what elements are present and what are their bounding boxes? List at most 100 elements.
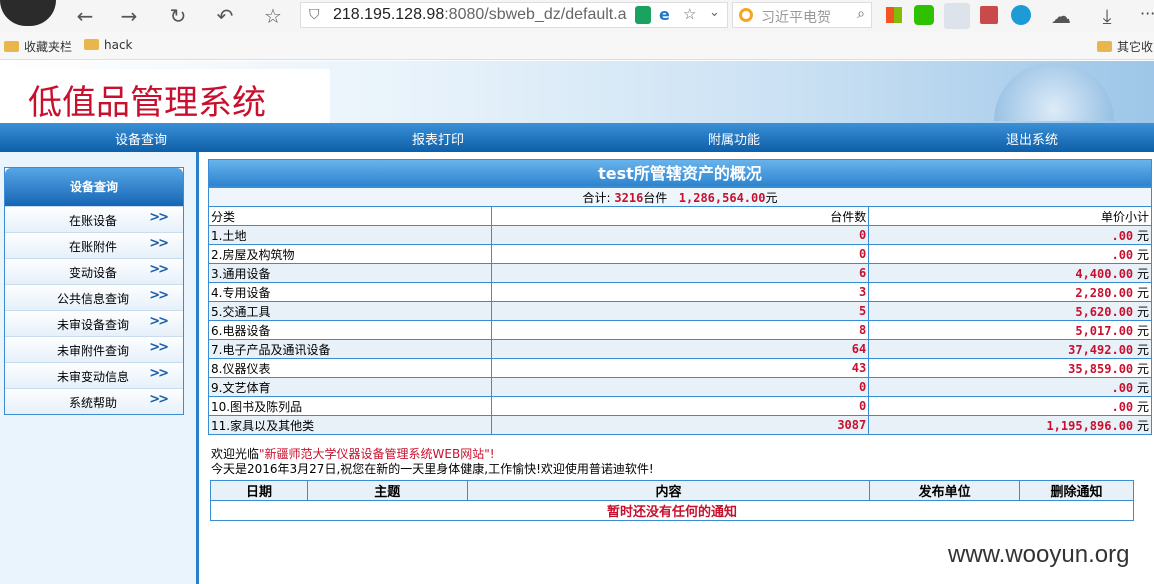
- category-cell: 7.电子产品及通讯设备: [208, 339, 492, 359]
- sidebar-menu: 设备查询 在账设备 >> 在账附件 >> 变动设备 >> 公共信息查询 >> 未审设备查…: [4, 167, 184, 415]
- nav-extra-functions[interactable]: 附属功能: [708, 129, 760, 148]
- main-nav: 设备查询 报表打印 附属功能 退出系统: [0, 123, 1154, 152]
- cloud-icon[interactable]: ☁: [1048, 3, 1074, 29]
- search-icon[interactable]: ⌕: [857, 6, 865, 22]
- bookmark-hack[interactable]: hack: [84, 38, 133, 52]
- favorite-star-icon[interactable]: ☆: [260, 3, 286, 29]
- sidebar-item-changed-equipment[interactable]: 变动设备 >>: [5, 258, 183, 284]
- double-chevron-icon: >>: [149, 288, 169, 303]
- address-bar[interactable]: ⛉ 218.195.128.98:8080/sbweb_dz/default.a…: [300, 2, 728, 28]
- site-name: "新疆师范大学仪器设备管理系统WEB网站"!: [259, 447, 495, 461]
- category-cell: 4.专用设备: [208, 282, 492, 302]
- nav-logout[interactable]: 退出系统: [1006, 129, 1058, 148]
- column-header: 删除通知: [1019, 480, 1134, 501]
- sidebar-item-in-account-accessories[interactable]: 在账附件 >>: [5, 232, 183, 258]
- back-icon[interactable]: ←: [72, 3, 98, 29]
- logo-area: 低值品管理系统: [10, 69, 330, 123]
- more-menu-icon[interactable]: ···: [1140, 4, 1154, 23]
- asset-table: 合计: 3216台件 1,286,564.00元 分类 台件数 单价小计 1.土…: [208, 187, 1152, 435]
- ie-mode-icon[interactable]: e: [659, 5, 670, 24]
- refresh-icon[interactable]: ↻: [165, 3, 191, 29]
- count-cell: 3: [490, 282, 870, 302]
- bookmark-other[interactable]: 其它收: [1097, 38, 1153, 55]
- sidebar-item-unreviewed-changes[interactable]: 未审变动信息 >>: [5, 362, 183, 388]
- star-icon[interactable]: ☆: [683, 5, 696, 23]
- wechat-icon[interactable]: [914, 5, 934, 25]
- sidebar-item-public-info[interactable]: 公共信息查询 >>: [5, 284, 183, 310]
- summary-title: test所管辖资产的概况: [208, 159, 1152, 187]
- table-header: 分类 台件数 单价小计: [208, 206, 1152, 226]
- download-manager-icon[interactable]: [980, 6, 998, 24]
- apps-icon[interactable]: [886, 7, 902, 23]
- table-row: 7.电子产品及通讯设备 64 37,492.00 元: [208, 339, 1152, 359]
- avatar[interactable]: [0, 0, 56, 26]
- banner-decoration: [994, 63, 1114, 121]
- browser-toolbar: ← → ↻ ↶ ☆ ⛉ 218.195.128.98:8080/sbweb_dz…: [0, 0, 1154, 32]
- watermark: www.wooyun.org: [948, 541, 1130, 568]
- column-header: 台件数: [490, 206, 870, 226]
- count-cell: 3087: [490, 415, 870, 435]
- category-cell: 9.文艺体育: [208, 377, 492, 397]
- sidebar-divider: [196, 152, 199, 584]
- column-header: 分类: [208, 206, 492, 226]
- chevron-down-icon[interactable]: ⌄: [709, 5, 720, 20]
- download-icon[interactable]: ⤓: [1094, 3, 1120, 29]
- nav-report-print[interactable]: 报表打印: [412, 129, 464, 148]
- double-chevron-icon: >>: [149, 366, 169, 381]
- category-cell: 3.通用设备: [208, 263, 492, 283]
- undo-icon[interactable]: ↶: [212, 3, 238, 29]
- subtotal-cell: 5,620.00 元: [868, 301, 1152, 321]
- sidebar-item-help[interactable]: 系统帮助 >>: [5, 388, 183, 414]
- sidebar-item-unreviewed-equipment[interactable]: 未审设备查询 >>: [5, 310, 183, 336]
- table-row: 8.仪器仪表 43 35,859.00 元: [208, 358, 1152, 378]
- table-row: 6.电器设备 8 5,017.00 元: [208, 320, 1152, 340]
- table-row: 2.房屋及构筑物 0.00 元: [208, 244, 1152, 264]
- welcome-message: 欢迎光临"新疆师范大学仪器设备管理系统WEB网站"! 今天是2016年3月27日…: [211, 447, 654, 476]
- subtotal-cell: 5,017.00 元: [868, 320, 1152, 340]
- search-box[interactable]: 习近平电贺 ⌕: [732, 2, 872, 28]
- search-engine-icon: [739, 8, 753, 22]
- search-input[interactable]: 习近平电贺: [761, 7, 831, 27]
- asset-summary: test所管辖资产的概况 合计: 3216台件 1,286,564.00元 分类…: [208, 159, 1152, 435]
- sidebar-item-unreviewed-accessories[interactable]: 未审附件查询 >>: [5, 336, 183, 362]
- subtotal-cell: .00 元: [868, 377, 1152, 397]
- table-row: 9.文艺体育 0.00 元: [208, 377, 1152, 397]
- subtotal-cell: 35,859.00 元: [868, 358, 1152, 378]
- forward-icon[interactable]: →: [116, 3, 142, 29]
- table-row: 5.交通工具 5 5,620.00 元: [208, 301, 1152, 321]
- double-chevron-icon: >>: [149, 210, 169, 225]
- page-banner: 低值品管理系统: [0, 61, 1154, 123]
- subtotal-cell: .00 元: [868, 396, 1152, 416]
- sidebar-heading[interactable]: 设备查询: [5, 168, 183, 206]
- column-header: 内容: [466, 480, 871, 501]
- subtotal-cell: 2,280.00 元: [868, 282, 1152, 302]
- double-chevron-icon: >>: [149, 262, 169, 277]
- shield-icon: ⛉: [309, 7, 320, 23]
- total-amount: 1,286,564.00: [678, 190, 766, 205]
- security-badge-icon[interactable]: [635, 6, 651, 24]
- count-cell: 0: [490, 377, 870, 397]
- category-cell: 11.家具以及其他类: [208, 415, 492, 435]
- url-text: 218.195.128.98:8080/sbweb_dz/default.a: [333, 6, 627, 23]
- screenshot-tool-icon[interactable]: [944, 3, 970, 29]
- category-cell: 8.仪器仪表: [208, 358, 492, 378]
- count-cell: 0: [490, 225, 870, 245]
- extension-icon[interactable]: [1011, 5, 1031, 25]
- system-title: 低值品管理系统: [28, 83, 266, 123]
- double-chevron-icon: >>: [149, 392, 169, 407]
- category-cell: 1.土地: [208, 225, 492, 245]
- bookmark-favorites[interactable]: 收藏夹栏: [4, 38, 72, 55]
- column-header: 单价小计: [868, 206, 1152, 226]
- folder-icon: [1097, 41, 1112, 52]
- folder-icon: [84, 39, 99, 50]
- sidebar-item-in-account-equipment[interactable]: 在账设备 >>: [5, 206, 183, 232]
- category-cell: 5.交通工具: [208, 301, 492, 321]
- double-chevron-icon: >>: [149, 236, 169, 251]
- count-cell: 43: [490, 358, 870, 378]
- subtotal-cell: .00 元: [868, 225, 1152, 245]
- greeting-line: 今天是2016年3月27日,祝您在新的一天里身体健康,工作愉快!欢迎使用普诺迪软…: [211, 462, 654, 476]
- subtotal-cell: 1,195,896.00 元: [868, 415, 1152, 435]
- nav-equipment-query[interactable]: 设备查询: [115, 129, 167, 148]
- table-row: 10.图书及陈列品 0.00 元: [208, 396, 1152, 416]
- total-row: 合计: 3216台件 1,286,564.00元: [208, 187, 1152, 207]
